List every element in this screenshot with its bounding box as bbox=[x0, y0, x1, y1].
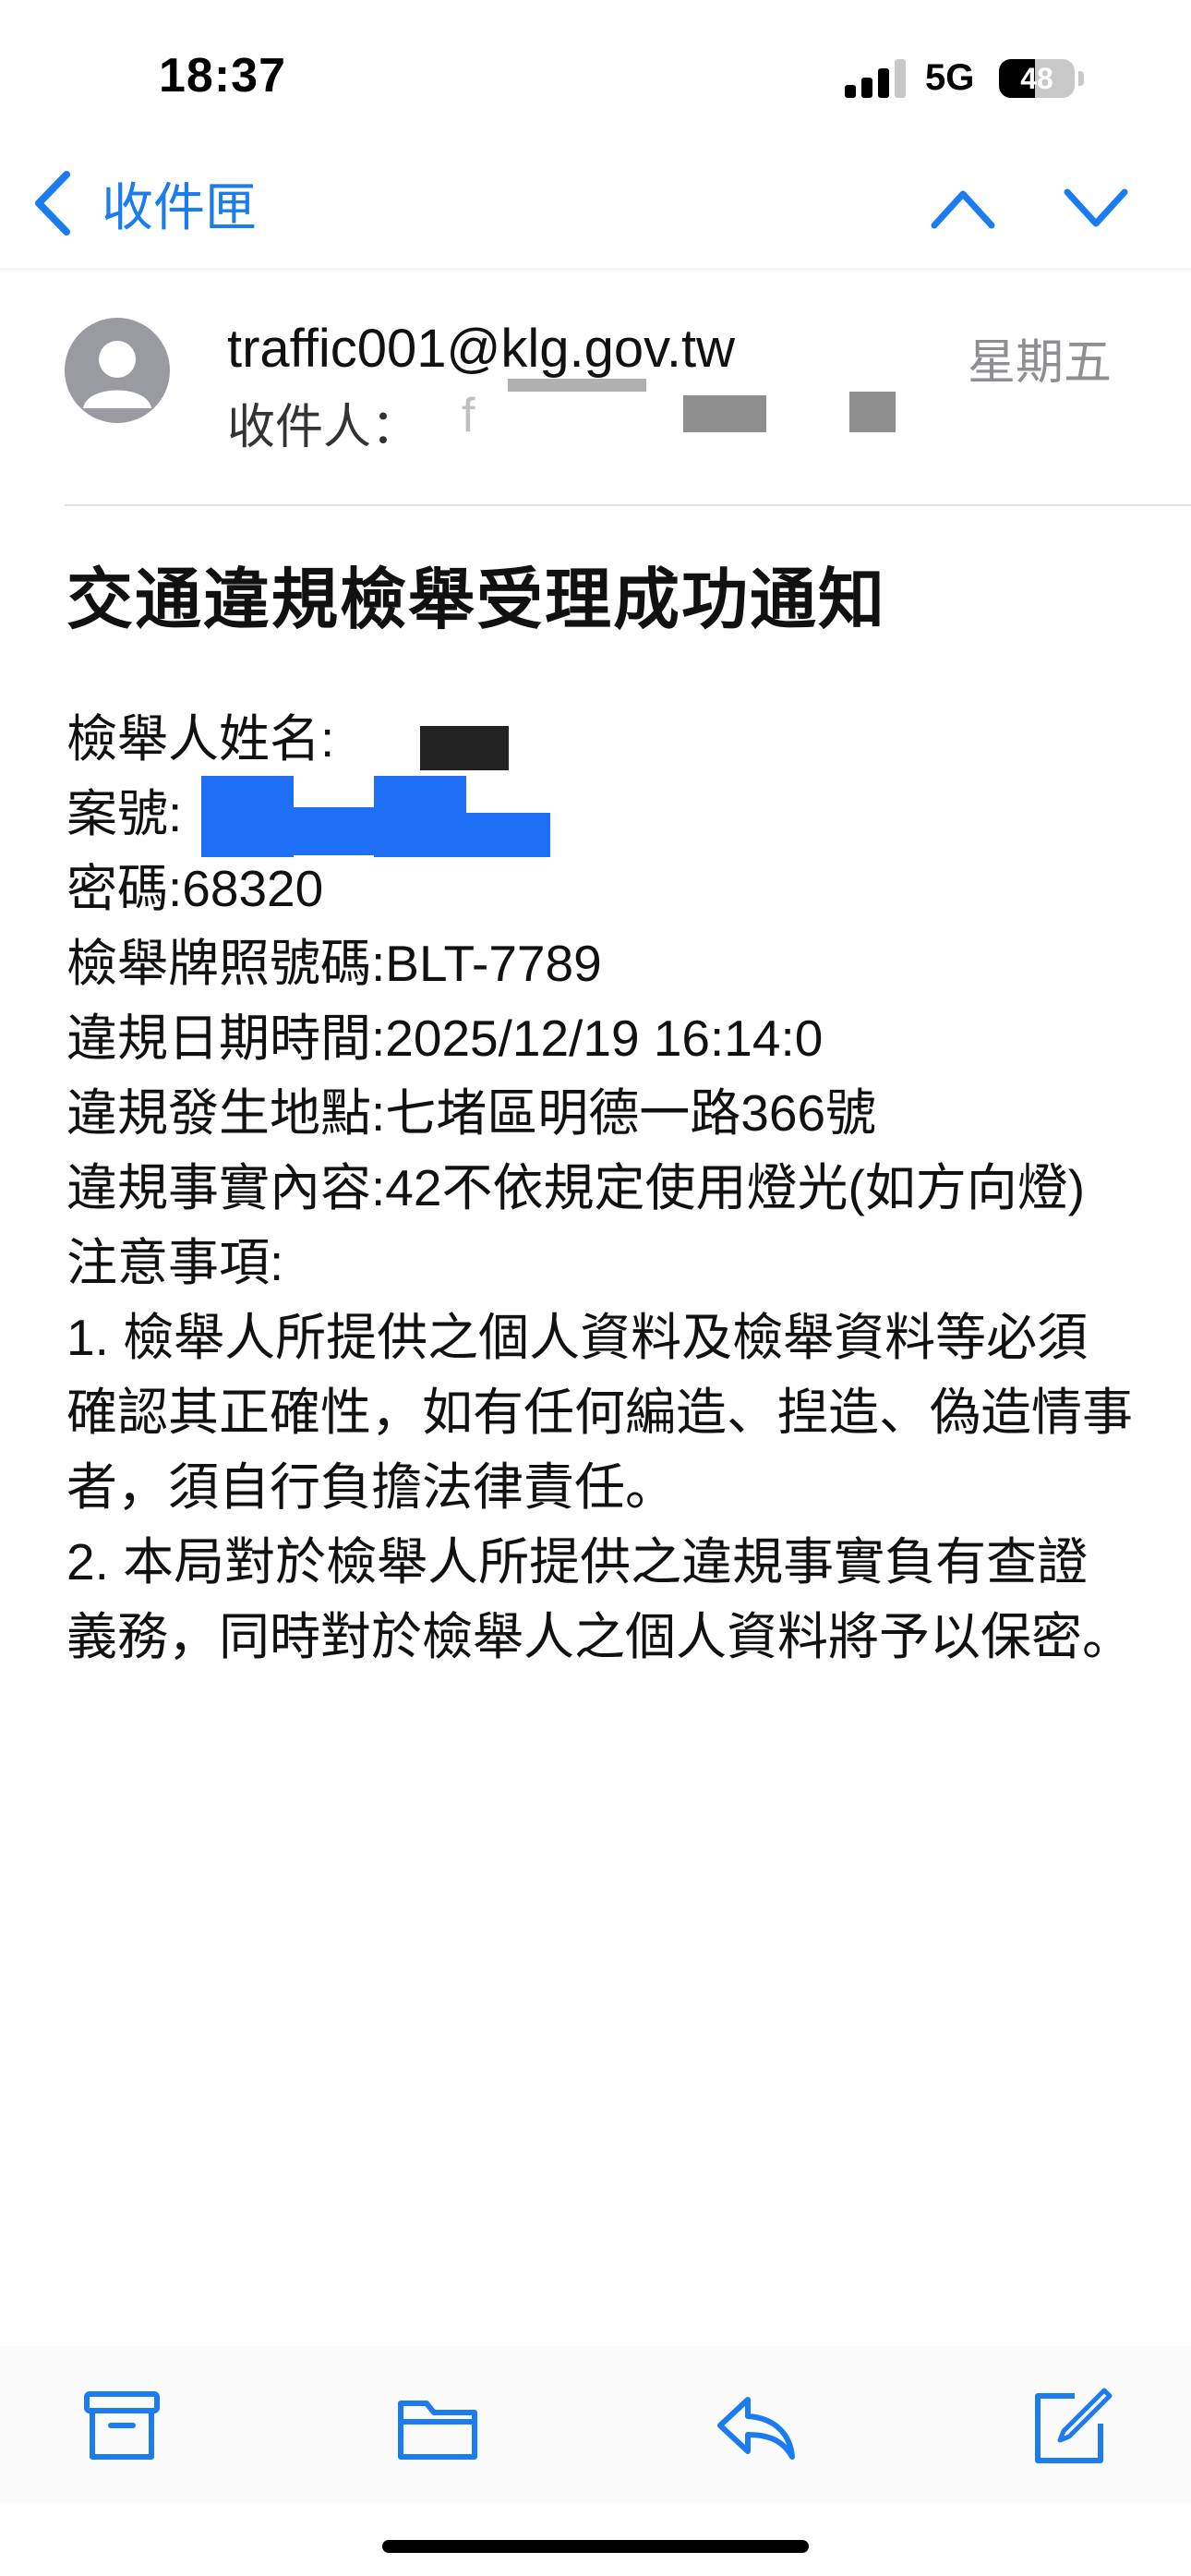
compose-icon[interactable] bbox=[1027, 2383, 1115, 2472]
folder-icon[interactable] bbox=[393, 2383, 482, 2472]
email-date: 星期五 bbox=[968, 336, 1113, 390]
redaction-block bbox=[420, 726, 509, 770]
back-button[interactable]: 收件匣 bbox=[31, 166, 257, 240]
violation-line: 違規事實內容:42不依規定使用燈光(如方向燈) bbox=[66, 1159, 1086, 1216]
plate-line: 檢舉牌照號碼:BLT-7789 bbox=[66, 935, 602, 992]
password-line: 密碼:68320 bbox=[66, 860, 324, 917]
email-subject: 交通違規檢舉受理成功通知 bbox=[66, 563, 887, 637]
location-line[interactable]: 違規發生地點:七堵區明德一路366號 bbox=[66, 1076, 1137, 1151]
back-label: 收件匣 bbox=[102, 177, 257, 236]
chevron-down-icon[interactable] bbox=[1062, 183, 1130, 235]
chevron-left-icon bbox=[35, 171, 70, 236]
datetime-line: 違規日期時間:2025/12/19 16:14:0 bbox=[66, 1010, 824, 1067]
redaction-block bbox=[683, 395, 766, 432]
notes-title: 注意事項: bbox=[66, 1234, 284, 1291]
redaction-block bbox=[508, 379, 646, 392]
battery-icon: 48 bbox=[999, 59, 1075, 98]
reply-icon[interactable] bbox=[711, 2383, 800, 2472]
reporter-name-line: 檢舉人姓名: bbox=[66, 710, 335, 768]
redaction-block bbox=[374, 776, 466, 857]
chevron-up-icon[interactable] bbox=[929, 183, 997, 235]
network-type: 5G bbox=[925, 57, 975, 98]
sender-avatar[interactable] bbox=[65, 318, 170, 423]
note-1: 1. 檢舉人所提供之個人資料及檢舉資料等必須確認其正確性，如有任何編造、揑造、偽… bbox=[66, 1309, 1134, 1516]
redaction-block bbox=[849, 392, 896, 432]
sender-address[interactable]: traffic001@klg.gov.tw bbox=[227, 318, 735, 380]
status-bar: 18:37 5G 48 bbox=[0, 0, 1191, 139]
bottom-toolbar bbox=[0, 2346, 1191, 2503]
battery-tip bbox=[1078, 71, 1084, 86]
nav-bar: 收件匣 bbox=[0, 139, 1191, 268]
home-indicator[interactable] bbox=[382, 2540, 809, 2553]
person-icon bbox=[83, 341, 151, 408]
status-time: 18:37 bbox=[159, 49, 286, 103]
header-separator bbox=[65, 504, 1191, 506]
cellular-signal-icon bbox=[845, 57, 906, 98]
note-2: 2. 本局對於檢舉人所提供之違規事實負有查證義務，同時對於檢舉人之個人資料將予以… bbox=[66, 1533, 1134, 1665]
recipient-label: 收件人： bbox=[227, 401, 420, 454]
redaction-block bbox=[201, 776, 294, 857]
recipient-value[interactable]: f bbox=[462, 388, 475, 443]
archive-icon[interactable] bbox=[78, 2383, 166, 2472]
header-divider bbox=[0, 268, 1191, 273]
redaction-block bbox=[462, 813, 550, 857]
battery-percent: 48 bbox=[1020, 62, 1053, 95]
redaction-block bbox=[288, 807, 379, 855]
